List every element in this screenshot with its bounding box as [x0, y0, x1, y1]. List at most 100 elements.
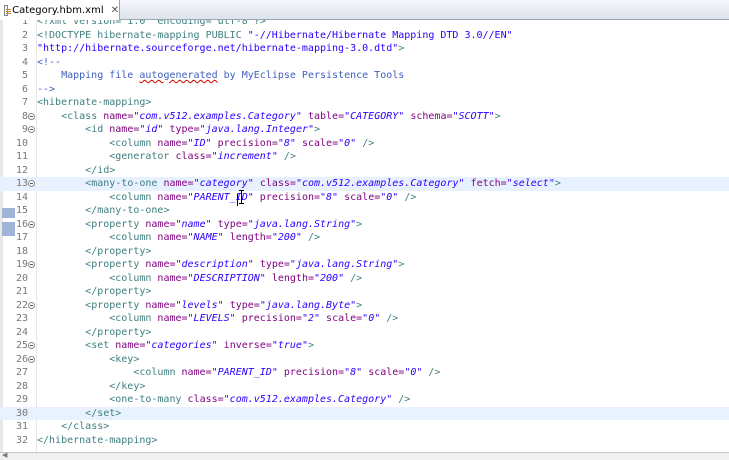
- code-line[interactable]: 20 <column name="DESCRIPTION" length="20…: [0, 272, 729, 286]
- code-line[interactable]: 5 Mapping file autogenerated by MyEclips…: [0, 69, 729, 83]
- line-number: 9: [21, 124, 28, 135]
- line-number: 7: [21, 97, 28, 108]
- code-text: <many-to-one name="category" class="com.…: [85, 178, 561, 189]
- code-text: <!DOCTYPE hibernate-mapping PUBLIC "-//H…: [37, 29, 513, 41]
- code-text: <column name="LEVELS" precision="2" scal…: [109, 313, 399, 324]
- ibeam-pointer-icon: [239, 190, 245, 204]
- line-number: 4: [21, 56, 28, 68]
- fold-toggle-icon[interactable]: [28, 180, 35, 187]
- code-text: </many-to-one>: [85, 205, 170, 216]
- code-line[interactable]: 22 <property name="levels" type="java.la…: [0, 299, 729, 313]
- code-text: <property name="levels" type="java.lang.…: [85, 299, 363, 311]
- code-line[interactable]: 4 <!--: [0, 56, 729, 70]
- code-text: <id name="id" type="java.lang.Integer">: [85, 124, 321, 135]
- fold-toggle-icon[interactable]: [28, 112, 35, 120]
- line-number: 8: [21, 110, 28, 122]
- code-text: <class name="com.v512.examples.Category"…: [61, 110, 501, 122]
- code-line[interactable]: 31 </class>: [0, 420, 729, 434]
- line-number: 2: [21, 29, 28, 41]
- code-line[interactable]: 7 <hibernate-mapping>: [0, 96, 729, 110]
- code-line[interactable]: 2 <!DOCTYPE hibernate-mapping PUBLIC "-//…: [0, 29, 729, 43]
- scroll-left-icon[interactable]: ◀: [2, 451, 7, 459]
- code-line[interactable]: 10 <column name="ID" precision="8" scale…: [0, 137, 729, 151]
- code-text: <set name="categories" inverse="true">: [85, 340, 314, 351]
- code-line[interactable]: 9 <id name="id" type="java.lang.Integer"…: [0, 123, 729, 137]
- code-text: </key>: [109, 380, 146, 392]
- code-text: <key>: [109, 353, 140, 365]
- close-icon[interactable]: ✕: [111, 5, 119, 16]
- line-number: 29: [15, 394, 28, 405]
- code-line[interactable]: 27 <column name="PARENT_ID" precision="8…: [0, 366, 729, 380]
- line-number: 17: [15, 232, 28, 243]
- code-line[interactable]: 21 </property>: [0, 285, 729, 299]
- code-line[interactable]: 12 </id>: [0, 164, 729, 178]
- code-text: <column name="ID" precision="8" scale="0…: [109, 137, 375, 149]
- fold-toggle-icon[interactable]: [28, 220, 35, 228]
- code-line[interactable]: 13 <many-to-one name="category" class="c…: [0, 177, 729, 191]
- code-text: <property name="name" type="java.lang.St…: [85, 218, 363, 230]
- code-line[interactable]: 8 <class name="com.v512.examples.Categor…: [0, 110, 729, 124]
- line-number: 5: [21, 70, 28, 81]
- line-number: 18: [15, 245, 28, 257]
- code-line[interactable]: 6 -->: [0, 83, 729, 97]
- line-number: 25: [15, 340, 28, 351]
- code-text: <?xml version="1.0" encoding="utf-8"?>: [37, 20, 266, 27]
- code-line[interactable]: 15 </many-to-one>: [0, 204, 729, 218]
- xml-file-icon: [4, 4, 12, 16]
- horizontal-scrollbar[interactable]: ◀: [0, 451, 729, 460]
- code-line[interactable]: 24 </property>: [0, 326, 729, 340]
- code-text: <property name="description" type="java.…: [85, 259, 405, 270]
- line-number: 32: [15, 434, 28, 446]
- code-text: <!--: [37, 56, 62, 68]
- tab-title: Category.hbm.xml: [12, 4, 104, 16]
- line-number: 22: [15, 299, 28, 311]
- editor-tab-bar: Category.hbm.xml ✕: [0, 0, 729, 20]
- code-line[interactable]: 3 "http://hibernate.sourceforge.net/hiber…: [0, 42, 729, 56]
- fold-toggle-icon[interactable]: [28, 342, 35, 349]
- code-line[interactable]: 29 <one-to-many class="com.v512.examples…: [0, 393, 729, 407]
- line-number: 27: [15, 367, 28, 378]
- code-text: </set>: [85, 407, 122, 419]
- code-text: -->: [37, 83, 56, 95]
- code-line[interactable]: 25 <set name="categories" inverse="true"…: [0, 339, 729, 353]
- code-text: </property>: [85, 326, 152, 338]
- code-text: <column name="DESCRIPTION" length="200" …: [109, 272, 363, 284]
- line-number: 10: [15, 137, 28, 149]
- code-line[interactable]: 17 <column name="NAME" length="200" />: [0, 231, 729, 245]
- line-number: 24: [15, 326, 28, 338]
- code-text: "http://hibernate.sourceforge.net/hibern…: [37, 43, 405, 54]
- code-line[interactable]: 1 <?xml version="1.0" encoding="utf-8"?>: [0, 20, 729, 29]
- code-line[interactable]: 30 </set>: [0, 406, 729, 420]
- line-number: 12: [15, 164, 28, 176]
- line-number: 30: [15, 407, 28, 419]
- code-line[interactable]: 11 <generator class="increment" />: [0, 150, 729, 164]
- code-text: </class>: [61, 421, 110, 432]
- fold-toggle-icon[interactable]: [28, 126, 35, 133]
- code-line[interactable]: 16 <property name="name" type="java.lang…: [0, 218, 729, 232]
- line-number: 14: [15, 191, 28, 203]
- code-line[interactable]: 23 <column name="LEVELS" precision="2" s…: [0, 312, 729, 326]
- code-line[interactable]: 26 <key>: [0, 353, 729, 367]
- fold-toggle-icon[interactable]: [28, 355, 35, 363]
- line-number: 13: [15, 178, 28, 189]
- line-number: 15: [15, 205, 28, 216]
- xml-editor[interactable]: 1 <?xml version="1.0" encoding="utf-8"?> 2…: [0, 20, 729, 452]
- line-number: 21: [15, 286, 28, 297]
- fold-toggle-icon[interactable]: [28, 261, 35, 268]
- code-text: </property>: [85, 245, 152, 257]
- code-line[interactable]: 28 </key>: [0, 380, 729, 394]
- line-number: 20: [15, 272, 28, 284]
- code-text: </property>: [85, 286, 152, 297]
- fold-toggle-icon[interactable]: [28, 301, 35, 309]
- code-line[interactable]: 14 <column name="PARENT_ID" precision="8…: [0, 191, 729, 205]
- code-text: <one-to-many class="com.v512.examples.Ca…: [109, 394, 411, 405]
- code-line[interactable]: 18 </property>: [0, 245, 729, 259]
- tab-category-hbm-xml[interactable]: Category.hbm.xml ✕: [0, 0, 120, 20]
- code-text: <column name="PARENT_ID" precision="8" s…: [133, 367, 441, 378]
- code-line[interactable]: 32 </hibernate-mapping>: [0, 434, 729, 448]
- code-text: </id>: [85, 164, 116, 176]
- line-number: 1: [21, 20, 28, 27]
- line-number: 6: [21, 83, 28, 95]
- code-line[interactable]: 19 <property name="description" type="ja…: [0, 258, 729, 272]
- code-text: <generator class="increment" />: [109, 151, 296, 162]
